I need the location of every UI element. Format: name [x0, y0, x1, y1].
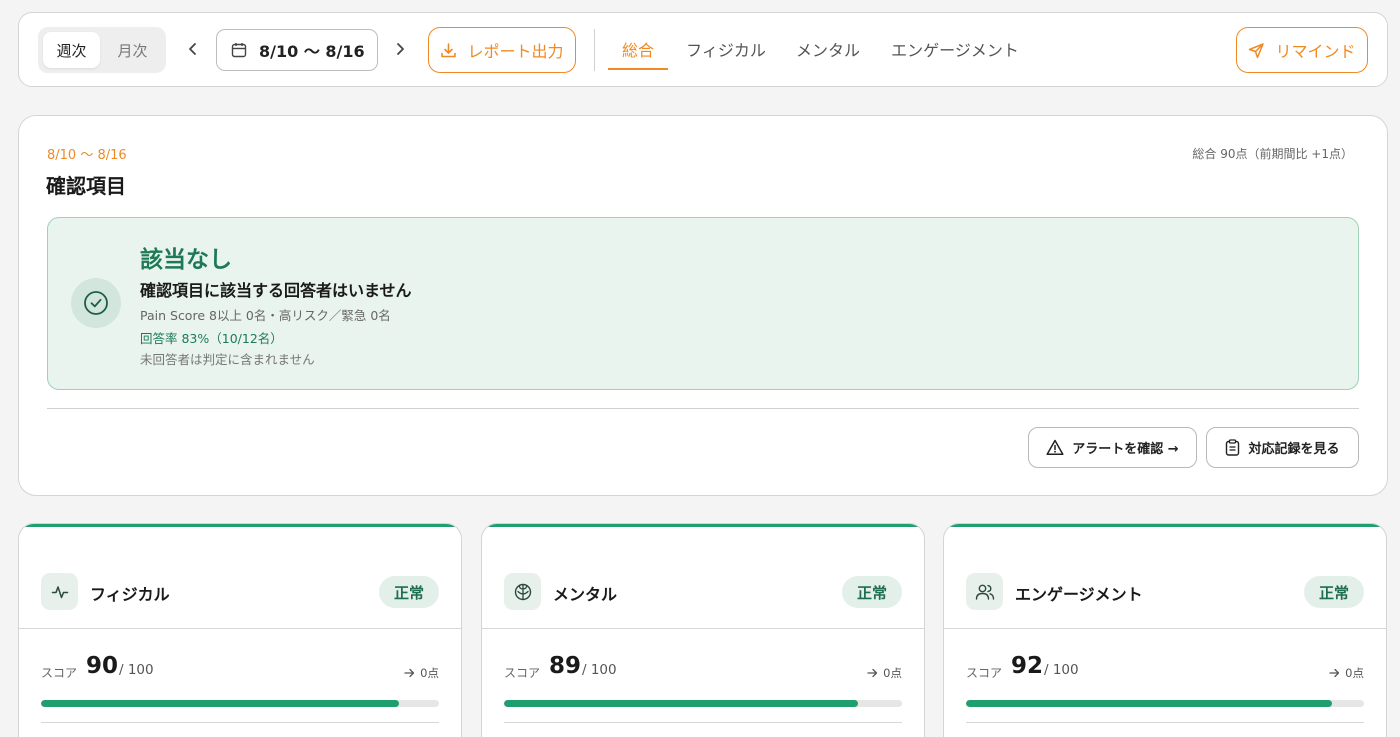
score-delta: 0点: [1329, 665, 1364, 681]
score-label: スコア: [41, 666, 78, 680]
score-progress-bar: [41, 700, 439, 707]
result-heading: 該当なし: [140, 247, 232, 273]
remind-button[interactable]: リマインド: [1236, 27, 1368, 73]
score-card-title: エンゲージメント: [1015, 585, 1143, 604]
export-report-label: レポート出力: [467, 42, 564, 61]
score-card-title: フィジカル: [90, 585, 170, 604]
card-divider: [19, 628, 461, 629]
view-records-label: 対応記録を見る: [1248, 442, 1340, 457]
toolbar-divider: [594, 29, 595, 71]
result-box: 該当なし 確認項目に該当する回答者はいません Pain Score 8以上 0名…: [47, 217, 1359, 390]
arrow-right-icon: [867, 668, 878, 678]
card-bottom-divider: [504, 722, 902, 723]
response-rate: 回答率 83%（10/12名）: [140, 331, 283, 346]
period-monthly[interactable]: 月次: [104, 32, 161, 68]
users-icon: [966, 573, 1003, 610]
score-value: 92: [1011, 653, 1044, 679]
arrow-right-icon: [404, 668, 415, 678]
score-max: / 100: [1044, 662, 1079, 678]
export-report-button[interactable]: レポート出力: [428, 27, 576, 73]
tab-engagement[interactable]: エンゲージメント: [885, 37, 1025, 69]
card-period: 8/10 〜 8/16: [47, 148, 127, 163]
card-accent-bar: [19, 524, 461, 527]
clipboard-icon: [1226, 439, 1240, 456]
card-divider: [47, 408, 1359, 409]
toolbar: 週次 月次 8/10 〜 8/16 レポート出力 総合 フィジカル メンタル エ…: [18, 12, 1388, 87]
score-card-title: メンタル: [553, 585, 618, 604]
result-note: 未回答者は判定に含まれません: [140, 352, 315, 367]
score-progress-bar: [504, 700, 902, 707]
chevron-right-icon: [397, 43, 404, 55]
activity-icon: [41, 573, 78, 610]
card-title: 確認項目: [46, 174, 126, 198]
card-accent-bar: [944, 524, 1386, 527]
chevron-left-icon: [189, 43, 196, 55]
score-delta: 0点: [404, 665, 439, 681]
send-icon: [1249, 42, 1265, 58]
score-progress-bar: [966, 700, 1364, 707]
score-progress-fill: [966, 700, 1333, 707]
warning-icon: [1046, 439, 1064, 455]
status-badge: 正常: [379, 576, 439, 608]
card-accent-bar: [482, 524, 924, 527]
calendar-icon: [231, 43, 247, 58]
score-label: スコア: [966, 666, 1003, 680]
prev-period-button[interactable]: [183, 37, 203, 61]
tab-overall[interactable]: 総合: [608, 37, 668, 69]
score-progress-fill: [504, 700, 859, 707]
score-label: スコア: [504, 666, 541, 680]
score-card-engagement: エンゲージメント 正常 スコア 92 / 100 0点: [943, 523, 1387, 737]
view-alerts-label: アラートを確認 →: [1072, 442, 1179, 457]
tab-active-underline: [608, 68, 668, 70]
remind-label: リマインド: [1275, 42, 1356, 61]
download-icon: [441, 42, 457, 57]
result-subheading: 確認項目に該当する回答者はいません: [140, 281, 412, 300]
score-value: 89: [549, 653, 582, 679]
score-card-physical: フィジカル 正常 スコア 90 / 100 0点: [18, 523, 462, 737]
card-bottom-divider: [41, 722, 439, 723]
score-progress-fill: [41, 700, 400, 707]
period-toggle: 週次 月次: [38, 27, 166, 73]
brain-icon: [504, 573, 541, 610]
status-badge: 正常: [1304, 576, 1364, 608]
period-weekly[interactable]: 週次: [43, 32, 100, 68]
next-period-button[interactable]: [390, 37, 410, 61]
overall-summary: 総合 90点（前期間比 +1点）: [1192, 147, 1353, 161]
score-max: / 100: [119, 662, 154, 678]
score-max: / 100: [582, 662, 617, 678]
arrow-right-icon: [1329, 668, 1340, 678]
score-delta-text: 0点: [883, 666, 902, 680]
score-delta-text: 0点: [420, 666, 439, 680]
date-range-picker[interactable]: 8/10 〜 8/16: [216, 29, 378, 71]
tab-physical[interactable]: フィジカル: [679, 37, 773, 69]
check-circle-icon: [71, 278, 121, 328]
status-badge: 正常: [842, 576, 902, 608]
score-card-mental: メンタル 正常 スコア 89 / 100 0点: [481, 523, 925, 737]
view-alerts-button[interactable]: アラートを確認 →: [1028, 427, 1197, 468]
card-divider: [944, 628, 1386, 629]
result-criteria: Pain Score 8以上 0名・高リスク／緊急 0名: [140, 308, 391, 323]
card-divider: [482, 628, 924, 629]
view-records-button[interactable]: 対応記録を見る: [1206, 427, 1359, 468]
date-range-text: 8/10 〜 8/16: [259, 42, 365, 61]
score-delta-text: 0点: [1345, 666, 1364, 680]
card-bottom-divider: [966, 722, 1364, 723]
score-delta: 0点: [867, 665, 902, 681]
score-value: 90: [86, 653, 119, 679]
check-items-card: 8/10 〜 8/16 総合 90点（前期間比 +1点） 確認項目 該当なし 確…: [18, 115, 1388, 496]
tab-mental[interactable]: メンタル: [789, 37, 867, 69]
